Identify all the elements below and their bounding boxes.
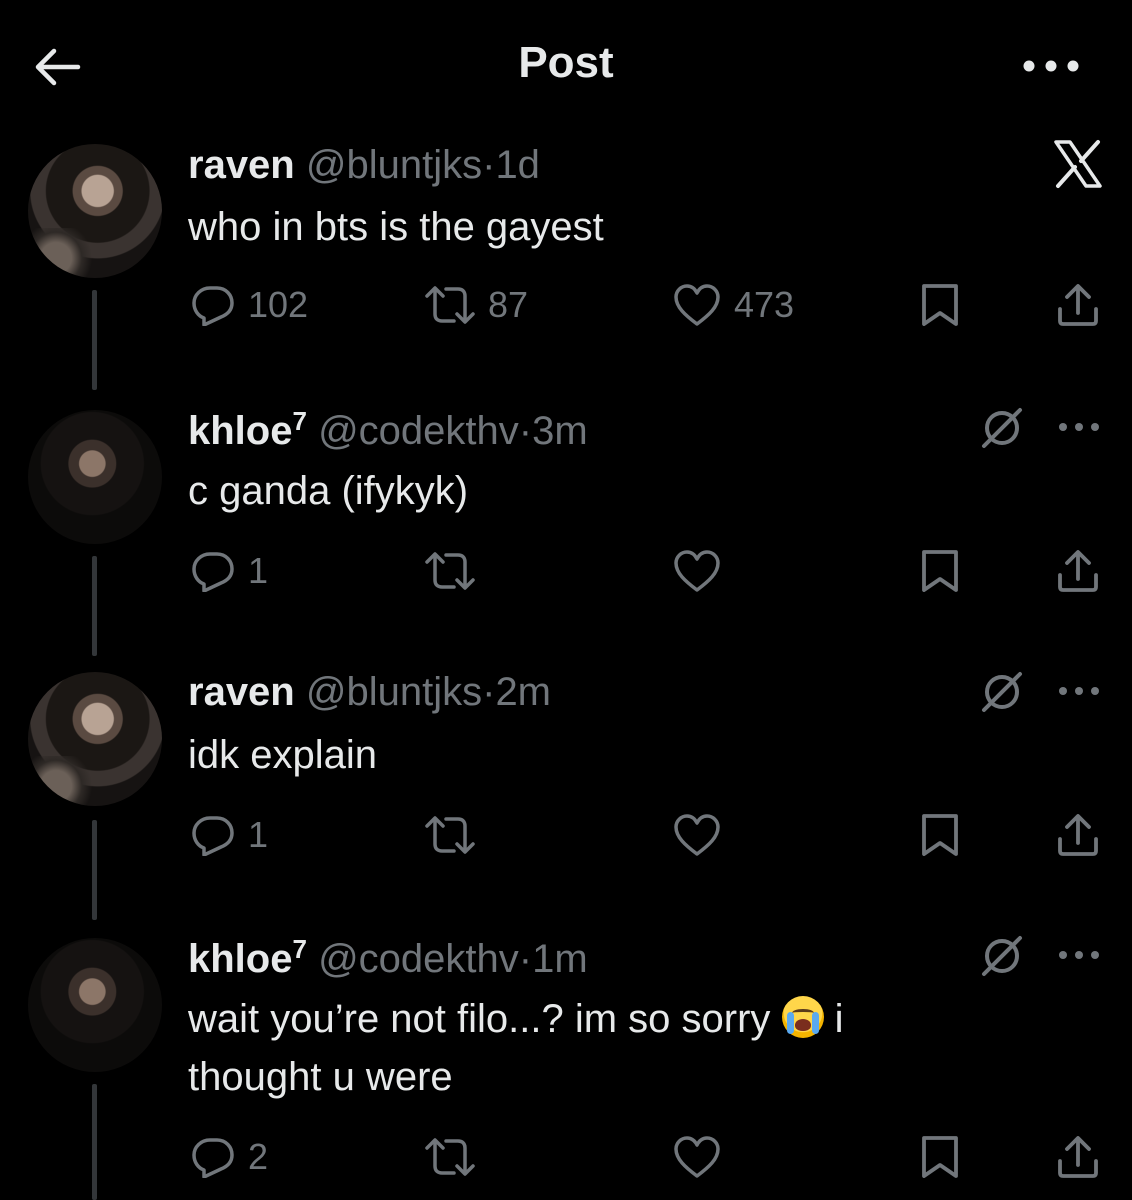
retweet-icon [425,286,475,324]
tweet-actions: 2 [188,1132,1108,1182]
reply-button[interactable]: 102 [190,280,308,330]
bookmark-icon [922,550,958,592]
tweet-text: idk explain [188,733,378,777]
retweet-button[interactable] [424,1132,476,1182]
tweet-text: c ganda (ifykyk) [188,469,469,513]
more-dots-icon [1059,687,1099,695]
share-icon [1058,550,1098,592]
retweet-icon [425,1138,475,1176]
reply-count: 1 [248,550,269,591]
timestamp[interactable]: 1m [532,937,588,981]
bookmark-button[interactable] [918,280,962,330]
tweet-1[interactable]: raven @bluntjks·1d who in bts is the gay… [0,0,1132,400]
timestamp[interactable]: 1d [495,143,540,187]
share-button[interactable] [1054,810,1102,860]
tweet-header: khloe7 @codekthv·3m [188,408,588,451]
avatar[interactable] [28,410,162,544]
reply-button[interactable]: 1 [190,546,268,596]
separator-dot: · [482,143,496,187]
retweet-button[interactable] [424,546,476,596]
share-button[interactable] [1054,1132,1102,1182]
grok-icon [982,672,1022,712]
avatar[interactable] [28,938,162,1072]
tweet-text: who in bts is the gayest [188,205,604,249]
bookmark-button[interactable] [918,546,962,596]
tweet-actions: 102 87 473 [188,280,1108,330]
reply-icon [192,1138,234,1178]
loudly-crying-face-emoji-icon [781,996,824,1038]
grok-icon [982,408,1022,448]
display-name[interactable]: khloe [188,937,292,981]
tweet-header: raven @bluntjks·1d [188,145,540,185]
display-name[interactable]: raven [188,670,295,714]
tweet-header: khloe7 @codekthv·1m [188,936,588,979]
like-button[interactable] [672,810,722,860]
reply-icon [192,816,234,856]
like-button[interactable]: 473 [672,280,794,330]
name-superscript: 7 [292,934,307,964]
tweet-text: wait you’re not filo...? im so sorry i t… [188,990,988,1106]
bookmark-icon [922,814,958,856]
share-button[interactable] [1054,546,1102,596]
thread-line [92,290,97,390]
grok-button[interactable] [976,668,1028,716]
reply-count: 102 [248,284,309,325]
heart-icon [674,1136,720,1178]
thread-line [92,1084,97,1200]
timestamp[interactable]: 3m [532,409,588,453]
separator-dot: · [482,670,496,714]
avatar[interactable] [28,144,162,278]
tweet-text-part-1: wait you’re not filo...? im so sorry [188,997,771,1041]
display-name[interactable]: khloe [188,409,292,453]
more-button[interactable] [1054,676,1104,706]
more-button[interactable] [1054,940,1104,970]
retweet-button[interactable] [424,810,476,860]
retweet-icon [425,552,475,590]
heart-icon [674,284,720,326]
share-icon [1058,284,1098,326]
more-button[interactable] [1054,412,1104,442]
retweet-icon [425,816,475,854]
timestamp[interactable]: 2m [495,670,551,714]
grok-button[interactable] [976,404,1028,452]
share-button[interactable] [1054,280,1102,330]
bookmark-button[interactable] [918,810,962,860]
reply-icon [192,286,234,326]
separator-dot: · [518,409,533,453]
bookmark-icon [922,284,958,326]
handle[interactable]: @bluntjks [306,670,482,714]
reply-count: 2 [248,1136,269,1177]
reply-button[interactable]: 2 [190,1132,268,1182]
like-button[interactable] [672,1132,722,1182]
share-icon [1058,1136,1098,1178]
avatar[interactable] [28,672,162,806]
thread-line [92,556,97,656]
grok-icon [982,936,1022,976]
retweet-count: 87 [488,284,529,325]
like-button[interactable] [672,546,722,596]
grok-button[interactable] [976,932,1028,980]
reply-count: 1 [248,814,269,855]
heart-icon [674,814,720,856]
heart-icon [674,550,720,592]
name-superscript: 7 [292,406,307,436]
bookmark-icon [922,1136,958,1178]
handle[interactable]: @codekthv [318,409,519,453]
tweet-actions: 1 [188,546,1108,596]
separator-dot: · [518,937,533,981]
retweet-button[interactable]: 87 [424,280,528,330]
thread-line [92,820,97,920]
share-icon [1058,814,1098,856]
handle[interactable]: @bluntjks [306,143,482,187]
more-dots-icon [1059,423,1099,431]
more-dots-icon [1059,951,1099,959]
tweet-actions: 1 [188,810,1108,860]
like-count: 473 [734,284,795,325]
reply-icon [192,552,234,592]
display-name[interactable]: raven [188,143,295,187]
tweet-header: raven @bluntjks·2m [188,672,551,712]
handle[interactable]: @codekthv [318,937,519,981]
bookmark-button[interactable] [918,1132,962,1182]
reply-button[interactable]: 1 [190,810,268,860]
